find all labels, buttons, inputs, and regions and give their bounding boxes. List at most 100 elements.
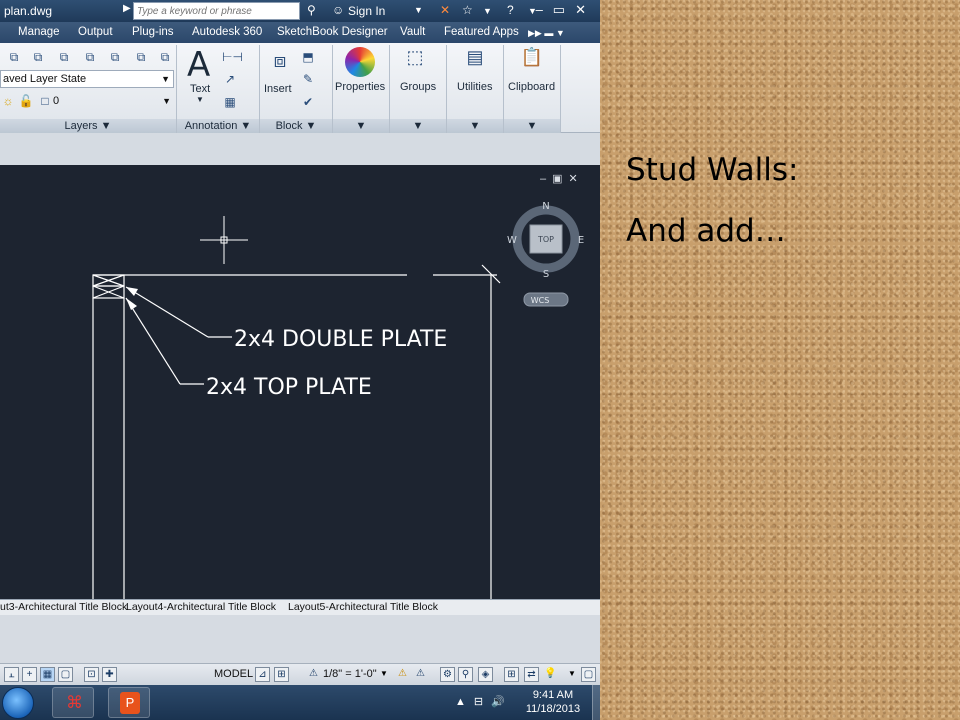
dyn-icon[interactable]: ⊡ [84, 667, 99, 682]
tab-autodesk-360[interactable]: Autodesk 360 [192, 26, 262, 38]
viewport-restore-icon[interactable]: ▣ [552, 173, 568, 185]
layer-tool-icon-6[interactable]: ⧉ [133, 49, 149, 65]
layer-select[interactable]: 0 ▼ [51, 93, 174, 111]
layer-tool-icon-5[interactable]: ⧉ [107, 49, 123, 65]
snap-icon[interactable]: ▢ [58, 667, 73, 682]
groups-panel-expander[interactable]: ▼ [390, 119, 446, 133]
layer-tool-icon-4[interactable]: ⧉ [82, 49, 98, 65]
star-dropdown-icon[interactable]: ▼ [483, 6, 492, 16]
clipboard-panel-expander[interactable]: ▼ [504, 119, 560, 133]
text-dropdown-icon[interactable]: ▼ [196, 95, 204, 104]
viewcube-east[interactable]: E [578, 235, 584, 246]
lineweight-icon[interactable]: ✚ [102, 667, 117, 682]
clipboard-icon[interactable]: 📋 [520, 48, 544, 75]
dimension-icon[interactable]: ⊢⊣ [222, 49, 243, 65]
ortho-icon[interactable]: ⫠ [4, 667, 19, 682]
polar-icon[interactable]: + [22, 667, 37, 682]
user-icon[interactable]: ☺ [332, 3, 344, 17]
minimize-icon[interactable]: – [536, 2, 553, 17]
tray-expand-icon[interactable]: ▲ [455, 696, 474, 708]
layer-tool-icon-7[interactable]: ⧉ [157, 49, 173, 65]
properties-color-wheel-icon[interactable] [345, 47, 375, 77]
show-desktop-button[interactable] [592, 685, 600, 720]
scale-dropdown-icon[interactable]: ▼ [380, 669, 388, 678]
insert-button-label[interactable]: Insert [264, 83, 292, 95]
title-arrow-icon[interactable]: ▶ [123, 3, 131, 14]
text-button-label[interactable]: Text [190, 83, 210, 95]
properties-panel-expander[interactable]: ▼ [333, 119, 389, 133]
model-space-toggle[interactable]: MODEL [214, 668, 253, 680]
ucs-wcs-label[interactable]: WCS [531, 296, 550, 305]
block-attribute-icon[interactable]: ✔ [300, 94, 316, 110]
tab-layout4[interactable]: Layout4-Architectural Title Block [126, 601, 276, 613]
help-icon[interactable]: ? [507, 3, 514, 17]
status-dropdown-icon[interactable]: ▼ [568, 669, 576, 678]
tab-layout5[interactable]: Layout5-Architectural Title Block [288, 601, 438, 613]
groups-icon[interactable]: ⬚ [402, 48, 428, 75]
tab-overflow-icon[interactable]: ▶▶ ▬ ▼ [528, 28, 565, 39]
quick-view-icon[interactable]: ⊞ [274, 667, 289, 682]
volume-icon[interactable]: 🔊 [491, 696, 513, 708]
binoculars-icon[interactable]: ⚲ [307, 3, 316, 17]
lightbulb-icon[interactable]: 💡 [543, 667, 558, 682]
tab-vault[interactable]: Vault [400, 26, 425, 38]
network-icon[interactable]: ⊟ [474, 696, 491, 708]
layer-tool-icon-2[interactable]: ⧉ [30, 49, 46, 65]
calculator-icon[interactable]: ▤ [463, 48, 487, 75]
edit-block-icon[interactable]: ✎ [300, 71, 316, 87]
leader-icon[interactable]: ↗ [222, 71, 238, 87]
taskbar-acrobat[interactable]: ⌘ [52, 687, 94, 718]
isolate-objects-icon[interactable]: ⊞ [504, 667, 519, 682]
annotation-visibility-icon[interactable]: ⚠ [395, 667, 410, 682]
model-layout-icon[interactable]: ⊿ [255, 667, 270, 682]
sign-in-dropdown-icon[interactable]: ▼ [414, 5, 423, 15]
tab-output[interactable]: Output [78, 26, 113, 38]
viewcube-north[interactable]: N [542, 201, 549, 212]
grid-icon[interactable]: ▦ [40, 667, 55, 682]
tab-layout3[interactable]: ut3-Architectural Title Block [0, 601, 127, 613]
auto-scale-icon[interactable]: ⚠ [413, 667, 428, 682]
viewcube-west[interactable]: W [507, 235, 517, 246]
layers-panel-label[interactable]: Layers ▼ [0, 119, 176, 133]
layer-tool-icon-1[interactable]: ⧉ [6, 49, 22, 65]
sign-in-link[interactable]: Sign In [348, 4, 385, 18]
viewcube[interactable]: TOP N S W E WCS [507, 201, 584, 307]
tab-sketchbook-designer[interactable]: SketchBook Designer [277, 26, 388, 38]
exchange-x-icon[interactable]: ✕ [440, 3, 450, 17]
text-tool-icon[interactable]: A [187, 45, 210, 85]
viewcube-south[interactable]: S [543, 269, 549, 280]
start-button[interactable] [2, 687, 34, 719]
table-icon[interactable]: ▦ [222, 94, 238, 110]
annotation-scale-select[interactable]: 1/8" = 1'-0" [323, 668, 377, 680]
isolate-icon[interactable]: ⇄ [524, 667, 539, 682]
lock-icon[interactable]: 🔓 [18, 93, 34, 109]
drawing-canvas[interactable]: 2x4 DOUBLE PLATE 2x4 TOP PLATE TOP N S W… [0, 165, 600, 599]
taskbar-powerpoint[interactable]: P [108, 687, 150, 718]
clean-screen-icon[interactable]: ▢ [581, 667, 596, 682]
close-icon[interactable]: ✕ [575, 2, 596, 17]
block-panel-label[interactable]: Block ▼ [260, 119, 332, 133]
viewport-close-icon[interactable]: ✕ [569, 173, 584, 185]
viewport-minimize-icon[interactable]: – [540, 173, 552, 185]
lock-ui-icon[interactable]: ⚲ [458, 667, 473, 682]
tab-manage[interactable]: Manage [18, 26, 60, 38]
clipboard-button-label[interactable]: Clipboard [508, 81, 555, 93]
workspace-gear-icon[interactable]: ⚙ [440, 667, 455, 682]
groups-button-label[interactable]: Groups [400, 81, 436, 93]
tab-plug-ins[interactable]: Plug-ins [132, 26, 174, 38]
restore-icon[interactable]: ▭ [553, 2, 575, 17]
annotation-panel-label[interactable]: Annotation ▼ [177, 119, 259, 133]
viewcube-top-face[interactable]: TOP [537, 235, 554, 244]
utilities-button-label[interactable]: Utilities [457, 81, 492, 93]
layer-tool-icon-3[interactable]: ⧉ [56, 49, 72, 65]
properties-button-label[interactable]: Properties [335, 81, 385, 93]
star-icon[interactable]: ☆ [462, 3, 473, 17]
sun-icon[interactable]: ☼ [0, 93, 16, 109]
hardware-accel-icon[interactable]: ◈ [478, 667, 493, 682]
create-block-icon[interactable]: ⬒ [300, 49, 316, 65]
layer-state-select[interactable]: aved Layer State ▼ [0, 70, 174, 88]
tab-featured-apps[interactable]: Featured Apps [444, 26, 519, 38]
insert-block-icon[interactable]: ⧈ [266, 51, 294, 79]
search-input[interactable] [133, 2, 300, 20]
utilities-panel-expander[interactable]: ▼ [447, 119, 503, 133]
